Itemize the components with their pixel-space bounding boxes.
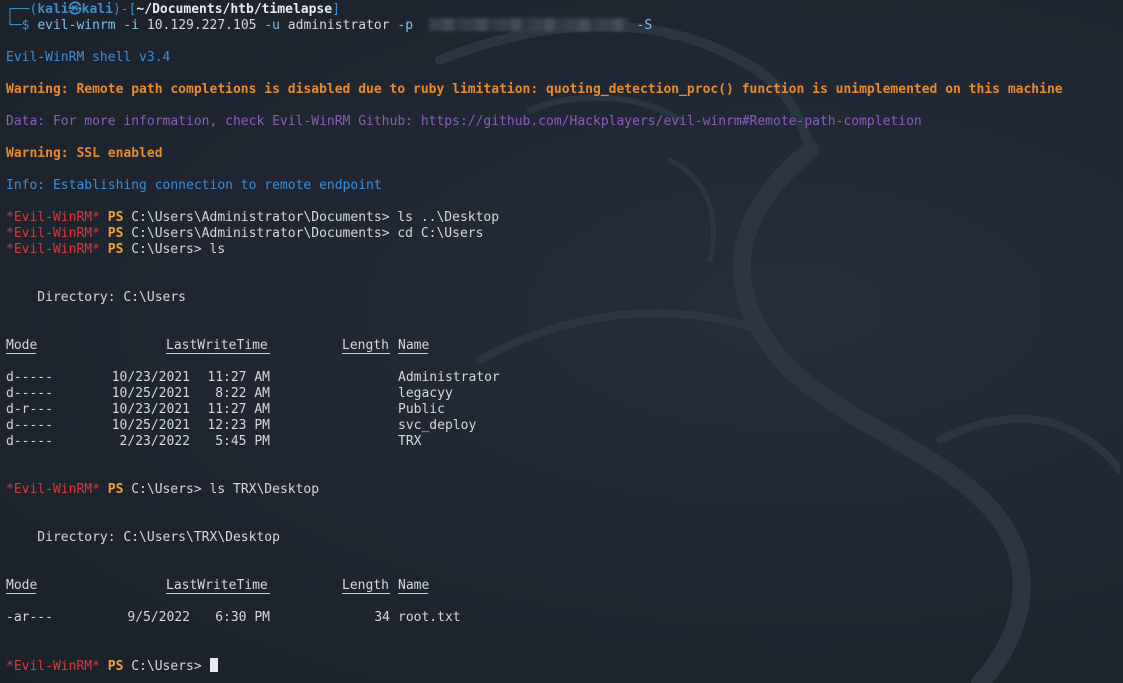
- table-row: -ar--- 9/5/2022 6:30 PM 34 root.txt: [6, 610, 461, 625]
- prompt-top-line: ┌──(kali㉿kali)-[~/Documents/htb/timelaps…: [6, 2, 340, 17]
- directory-heading: Directory: C:\Users\TRX\Desktop: [6, 530, 280, 545]
- ps-command-line: *Evil-WinRM* PS C:\Users\Administrator\D…: [6, 226, 484, 241]
- info-connect: Info: Establishing connection to remote …: [6, 178, 382, 193]
- warning-ssl: Warning: SSL enabled: [6, 146, 163, 161]
- ps-command-line: *Evil-WinRM* PS C:\Users> ls TRX\Desktop: [6, 482, 320, 497]
- table-row: d----- 10/25/2021 12:23 PM svc_deploy: [6, 418, 477, 433]
- ps-command-line: *Evil-WinRM* PS C:\Users\Administrator\D…: [6, 210, 500, 225]
- redacted-password: [428, 18, 629, 31]
- command-line: └─$ evil-winrm -i 10.129.227.105 -u admi…: [6, 18, 653, 33]
- prompt-path: ~/Documents/htb/timelapse: [136, 2, 333, 17]
- warning-completion: Warning: Remote path completions is disa…: [6, 82, 1063, 97]
- table-row: d----- 10/25/2021 8:22 AM legacyy: [6, 386, 453, 401]
- directory-heading: Directory: C:\Users: [6, 290, 187, 305]
- text-cursor: [209, 658, 218, 672]
- terminal-window[interactable]: ┌──(kali㉿kali)-[~/Documents/htb/timelaps…: [0, 0, 1123, 683]
- data-info: Data: For more information, check Evil-W…: [6, 114, 922, 129]
- listing-header: Mode LastWriteTime Length Name: [6, 578, 430, 594]
- prompt-user: kali㉿kali: [37, 2, 113, 17]
- version-text: Evil-WinRM shell v3.4: [6, 50, 171, 65]
- table-row: d----- 2/23/2022 5:45 PM TRX: [6, 434, 422, 449]
- ps-active-prompt[interactable]: *Evil-WinRM* PS C:\Users>: [6, 658, 1116, 674]
- table-row: d----- 10/23/2021 11:27 AM Administrator: [6, 370, 500, 385]
- table-row: d-r--- 10/23/2021 11:27 AM Public: [6, 402, 445, 417]
- ps-command-line: *Evil-WinRM* PS C:\Users> ls: [6, 242, 226, 257]
- terminal-output: ┌──(kali㉿kali)-[~/Documents/htb/timelaps…: [6, 2, 1116, 674]
- listing-header: Mode LastWriteTime Length Name: [6, 338, 430, 354]
